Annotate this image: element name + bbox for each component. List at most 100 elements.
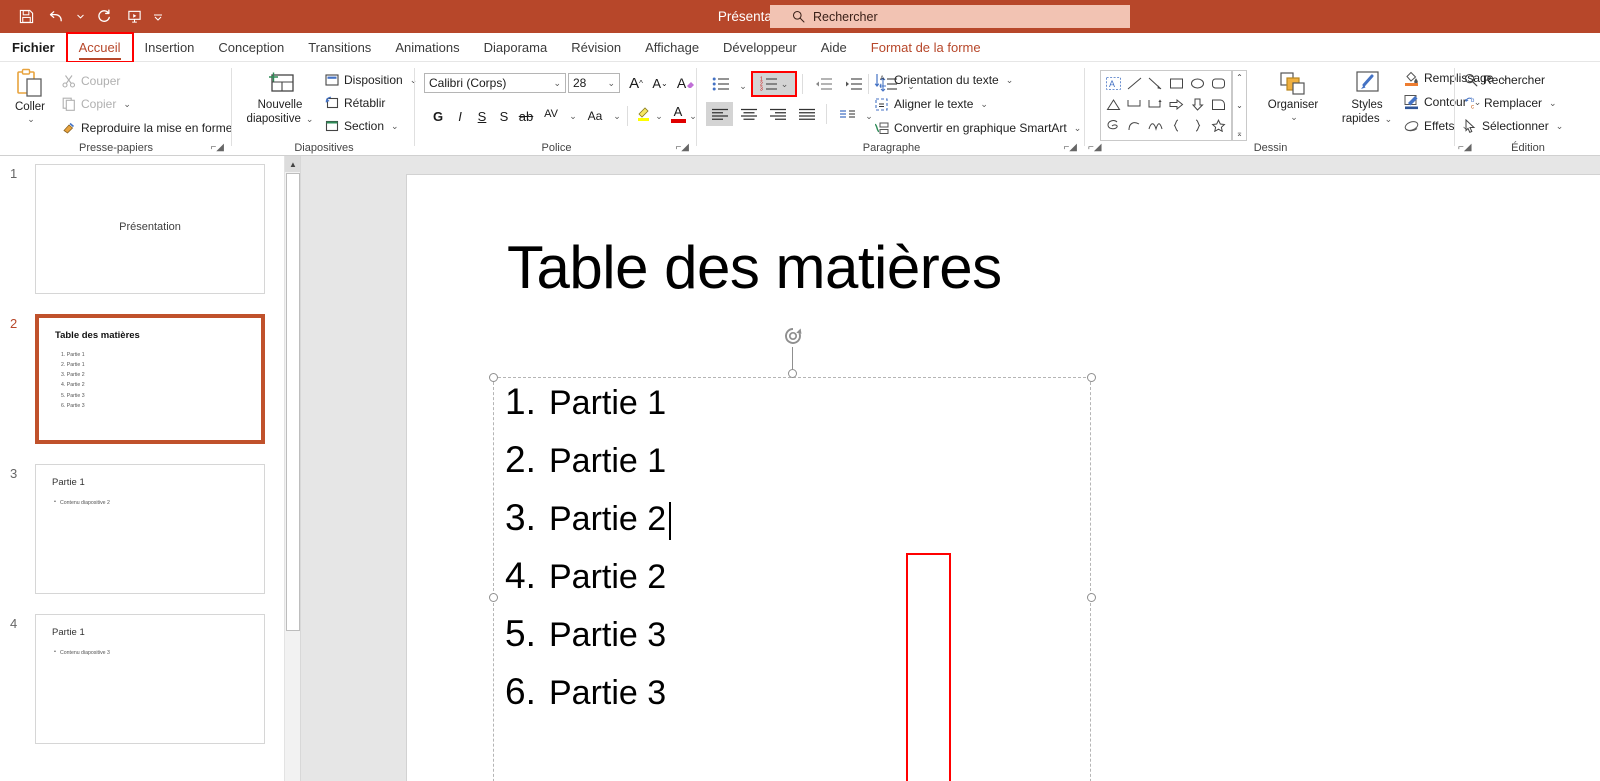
paste-button[interactable]: Coller ⌄ (8, 68, 52, 126)
columns-chevron-down-icon[interactable]: ⌄ (862, 104, 874, 128)
shape-rounded-rectangle[interactable] (1208, 73, 1229, 94)
bullets-chevron-down-icon[interactable]: ⌄ (736, 74, 748, 98)
align-right-button[interactable] (764, 102, 791, 126)
shape-right-brace[interactable] (1187, 115, 1208, 136)
increase-indent-button[interactable] (838, 72, 868, 96)
tab-developpeur[interactable]: Développeur (711, 33, 809, 62)
scrollbar-thumb[interactable] (286, 173, 300, 631)
list-text[interactable]: Partie 1 (549, 442, 666, 481)
tab-fichier[interactable]: Fichier (0, 33, 67, 62)
rotation-handle-anchor[interactable] (788, 369, 797, 378)
arrange-chevron-down-icon[interactable]: ⌄ (1290, 112, 1298, 123)
character-spacing-button[interactable]: AV (536, 102, 566, 126)
shape-ellipse[interactable] (1187, 73, 1208, 94)
shape-scribble[interactable] (1103, 115, 1124, 136)
tab-accueil[interactable]: Accueil (65, 31, 134, 63)
arrange-button[interactable]: Organiser ⌄ (1256, 70, 1330, 124)
new-slide-button[interactable]: Nouvelle diapositive ⌄ (241, 70, 319, 127)
align-center-button[interactable] (735, 102, 762, 126)
search-input[interactable]: Rechercher (770, 5, 1130, 28)
reset-button[interactable]: Rétablir (325, 93, 385, 113)
text-shadow-button[interactable]: S (492, 104, 516, 128)
find-button[interactable]: Rechercher (1464, 70, 1545, 90)
list-item[interactable]: 2. Partie 1 (505, 439, 666, 497)
underline-button[interactable]: S (470, 104, 494, 128)
customize-qat-chevron-down-icon[interactable] (150, 4, 166, 30)
list-text[interactable]: Partie 1 (549, 384, 666, 423)
resize-handle-middle-left[interactable] (489, 593, 498, 602)
shape-down-arrow[interactable] (1187, 94, 1208, 115)
bullets-button[interactable] (706, 72, 736, 96)
select-button[interactable]: Sélectionner ⌄ (1464, 116, 1563, 136)
list-item[interactable]: 3. Partie 2 (505, 497, 672, 555)
undo-icon[interactable] (42, 4, 70, 30)
section-button[interactable]: Section ⌄ (325, 116, 399, 136)
convert-smartart-button[interactable]: Convertir en graphique SmartArt ⌄ (874, 118, 1081, 138)
tab-revision[interactable]: Révision (559, 33, 633, 62)
undo-dropdown-chevron-down-icon[interactable] (72, 4, 88, 30)
current-slide[interactable]: Table des matières 1. Partie 1 2. Partie… (407, 175, 1600, 781)
layout-button[interactable]: Disposition ⌄ (325, 70, 417, 90)
align-text-chevron-down-icon[interactable]: ⌄ (980, 99, 988, 110)
tab-aide[interactable]: Aide (809, 33, 859, 62)
shape-elbow-arrow[interactable] (1145, 94, 1166, 115)
font-family-select[interactable]: Calibri (Corps) ⌄ (424, 73, 566, 93)
font-size-select[interactable]: 28 ⌄ (568, 73, 620, 93)
paste-chevron-down-icon[interactable]: ⌄ (27, 114, 35, 125)
redo-icon[interactable] (90, 4, 118, 30)
decrease-indent-button[interactable] (808, 72, 838, 96)
shape-elbow-connector[interactable] (1124, 94, 1145, 115)
shapes-gallery-scrollbar[interactable]: ⌃ ⌄ ⌅ (1232, 70, 1247, 141)
slideshow-icon[interactable] (120, 4, 148, 30)
replace-button[interactable]: bc Remplacer ⌄ (1464, 93, 1557, 113)
scroll-up-icon[interactable]: ▲ (285, 156, 301, 172)
paragraph-dialog-launcher-icon[interactable]: ⌐◢ (1063, 142, 1077, 153)
shape-textbox[interactable]: A (1103, 73, 1124, 94)
list-item[interactable]: 4. Partie 2 (505, 555, 666, 613)
quick-styles-chevron-down-icon[interactable]: ⌄ (1385, 114, 1393, 125)
resize-handle-top-left[interactable] (489, 373, 498, 382)
list-text-active[interactable]: Partie 2 (549, 500, 672, 540)
select-chevron-down-icon[interactable]: ⌄ (1556, 121, 1564, 132)
shape-triangle[interactable] (1103, 94, 1124, 115)
new-slide-chevron-down-icon[interactable]: ⌄ (306, 114, 314, 125)
justify-button[interactable] (793, 102, 820, 126)
shape-left-brace[interactable] (1166, 115, 1187, 136)
list-text[interactable]: Partie 3 (549, 616, 666, 655)
thumbnail-scrollbar[interactable]: ▲ (284, 156, 301, 781)
tab-format-de-la-forme[interactable]: Format de la forme (859, 33, 993, 62)
align-text-button[interactable]: Aligner le texte ⌄ (874, 94, 988, 114)
shape-flowchart[interactable] (1208, 94, 1229, 115)
slide-thumbnail-2[interactable]: Table des matières 1. Partie 1 2. Partie… (35, 314, 265, 444)
font-size-chevron-down-icon[interactable]: ⌄ (607, 78, 615, 89)
change-case-chevron-down-icon[interactable]: ⌄ (610, 104, 622, 128)
tab-animations[interactable]: Animations (383, 33, 471, 62)
slide-thumbnail-pane[interactable]: 1 Présentation 2 Table des matières 1. P… (0, 156, 283, 781)
cut-button[interactable]: Couper (62, 71, 120, 91)
drawing-dialog-launcher-icon[interactable]: ⌐◢ (1088, 142, 1102, 153)
grow-font-button[interactable]: A ^ (624, 71, 648, 95)
change-case-button[interactable]: Aa (580, 104, 610, 128)
copy-chevron-down-icon[interactable]: ⌄ (123, 99, 131, 110)
numbering-button[interactable]: 123 ⌄ (751, 71, 797, 97)
list-text[interactable]: Partie 2 (549, 558, 666, 597)
rotate-icon[interactable] (781, 325, 805, 354)
shrink-font-button[interactable]: A ⌄ (648, 71, 672, 95)
numbering-chevron-down-icon[interactable]: ⌄ (781, 79, 789, 90)
slide-thumbnail-3[interactable]: Partie 1 • Contenu diapositive 2 (35, 464, 265, 594)
shapes-scroll-up-icon[interactable]: ⌃ (1236, 73, 1243, 82)
list-item[interactable]: 5. Partie 3 (505, 613, 666, 671)
font-family-chevron-down-icon[interactable]: ⌄ (553, 78, 561, 89)
shape-right-arrow[interactable] (1166, 94, 1187, 115)
shape-arrow[interactable] (1145, 73, 1166, 94)
list-text[interactable]: Partie 3 (549, 674, 666, 713)
bold-button[interactable]: G (426, 104, 450, 128)
slide-title[interactable]: Table des matières (507, 233, 1002, 302)
slide-thumbnail-4[interactable]: Partie 1 • Contenu diapositive 3 (35, 614, 265, 744)
strikethrough-button[interactable]: ab (514, 104, 538, 128)
shape-star[interactable] (1208, 115, 1229, 136)
shapes-gallery-more-icon[interactable]: ⌅ (1236, 129, 1243, 138)
align-left-button[interactable] (706, 102, 733, 126)
tab-insertion[interactable]: Insertion (133, 33, 207, 62)
clear-formatting-button[interactable]: A (674, 71, 698, 95)
